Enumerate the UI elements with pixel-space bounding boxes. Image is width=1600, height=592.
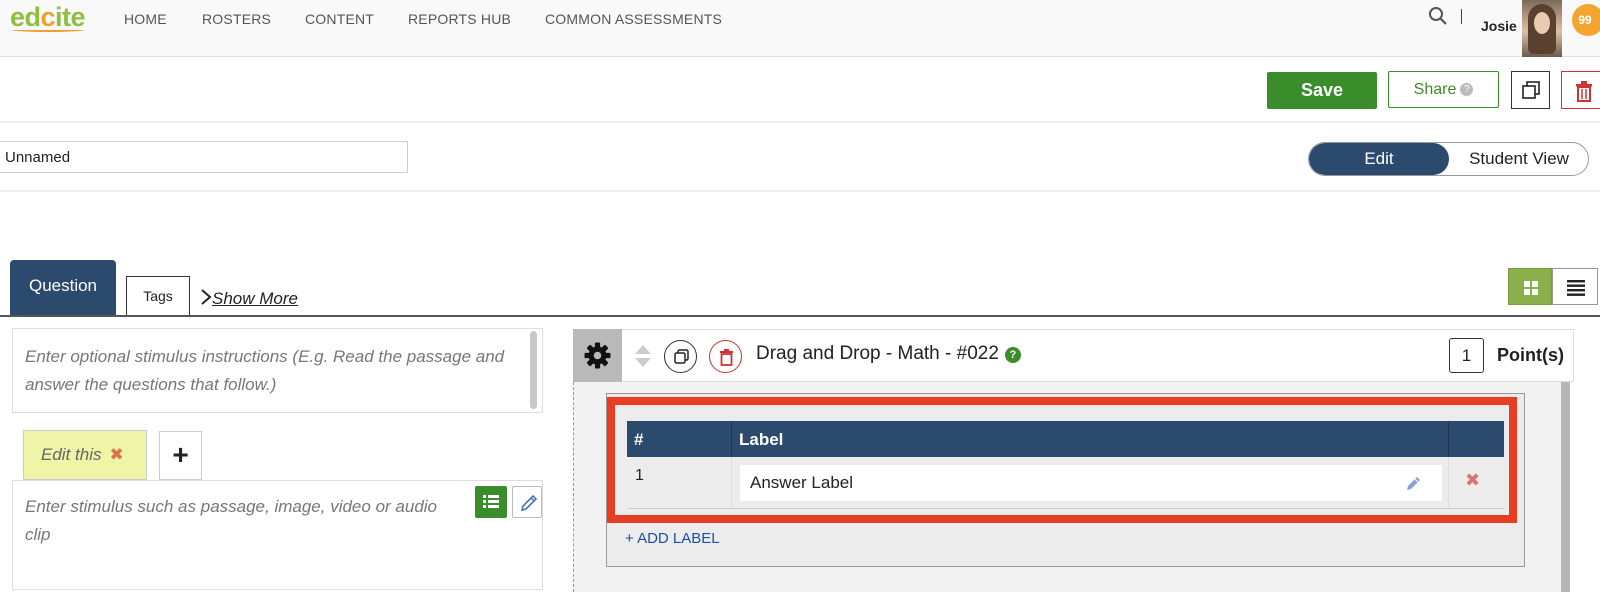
- stimulus-tab-label: Edit this: [41, 445, 102, 464]
- insert-list-button[interactable]: [475, 486, 507, 518]
- points-input[interactable]: 1: [1449, 338, 1484, 373]
- tabs-underline: [0, 315, 1600, 317]
- chevron-right-icon: [201, 289, 212, 305]
- nav-content[interactable]: CONTENT: [305, 11, 374, 27]
- search-icon[interactable]: [1428, 6, 1448, 31]
- assessment-name-input[interactable]: [0, 141, 408, 173]
- list-view-button[interactable]: [1552, 268, 1598, 305]
- reorder-arrows-icon[interactable]: [634, 344, 652, 373]
- nav-divider: [1461, 9, 1462, 24]
- user-name[interactable]: Josie: [1481, 18, 1517, 34]
- show-more-link[interactable]: Show More: [200, 288, 298, 309]
- trash-icon: [720, 349, 733, 366]
- edit-stimulus-button[interactable]: [512, 486, 542, 518]
- stimulus-tab[interactable]: Edit this ✖: [23, 430, 147, 480]
- share-button[interactable]: Share?: [1388, 71, 1499, 108]
- scrollbar[interactable]: [530, 331, 537, 409]
- delete-button[interactable]: [1561, 71, 1600, 109]
- close-icon[interactable]: ✖: [109, 445, 123, 464]
- pencil-icon: [520, 494, 538, 512]
- nav-home[interactable]: HOME: [124, 11, 167, 27]
- tab-tags[interactable]: Tags: [126, 276, 190, 316]
- help-icon[interactable]: ?: [1004, 347, 1021, 363]
- nav-common-assessments[interactable]: COMMON ASSESSMENTS: [545, 11, 722, 27]
- question-title-text: Drag and Drop - Math - #022: [756, 343, 999, 364]
- trash-icon: [1576, 81, 1592, 102]
- view-toggle[interactable]: Edit Student View: [1308, 142, 1589, 176]
- nav-rosters[interactable]: ROSTERS: [202, 11, 271, 27]
- grid-view-button[interactable]: [1508, 268, 1552, 305]
- save-button[interactable]: Save: [1267, 72, 1377, 109]
- copy-icon: [674, 349, 689, 364]
- share-label: Share: [1413, 80, 1457, 98]
- copy-button[interactable]: [1511, 71, 1550, 109]
- view-edit-option[interactable]: Edit: [1309, 143, 1449, 175]
- show-more-label: Show More: [212, 289, 298, 308]
- add-stimulus-tab-button[interactable]: +: [159, 431, 202, 480]
- divider: [0, 190, 1600, 192]
- top-navigation-bar: edcite HOME ROSTERS CONTENT REPORTS HUB …: [0, 0, 1600, 57]
- question-title: Drag and Drop - Math - #022?: [756, 343, 1021, 365]
- tab-question[interactable]: Question: [10, 260, 116, 316]
- stimulus-content-field[interactable]: Enter stimulus such as passage, image, v…: [12, 480, 543, 590]
- list-icon: [483, 495, 499, 508]
- question-copy-button[interactable]: [664, 340, 697, 373]
- copy-icon: [1522, 81, 1540, 99]
- gear-icon: [584, 342, 611, 369]
- avatar-face: [1534, 12, 1550, 34]
- stimulus-instructions-field[interactable]: Enter optional stimulus instructions (E.…: [12, 328, 543, 413]
- question-settings-button[interactable]: [573, 329, 622, 382]
- points-label: Point(s): [1497, 345, 1564, 365]
- avatar[interactable]: [1522, 0, 1562, 57]
- action-bar: Save Share?: [0, 57, 1600, 123]
- list-icon: [1567, 280, 1585, 296]
- logo-swoosh: [12, 28, 84, 32]
- highlight-box: [607, 397, 1517, 523]
- grid-icon: [1524, 281, 1538, 295]
- nav-reports-hub[interactable]: REPORTS HUB: [408, 11, 511, 27]
- notification-badge[interactable]: 99: [1572, 4, 1600, 36]
- add-label-link[interactable]: + ADD LABEL: [625, 530, 720, 547]
- scrollbar[interactable]: [1561, 382, 1570, 592]
- view-student-option[interactable]: Student View: [1449, 143, 1588, 175]
- help-icon: ?: [1460, 82, 1474, 96]
- question-delete-button[interactable]: [709, 340, 742, 373]
